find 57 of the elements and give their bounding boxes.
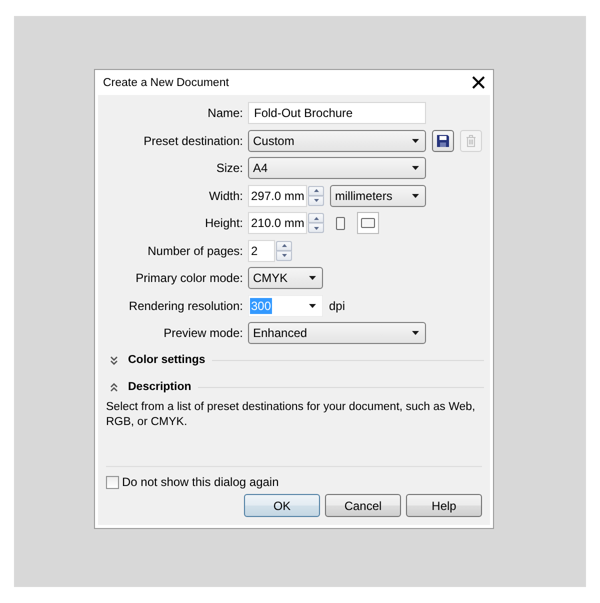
dropdown[interactable]: Enhanced: [248, 322, 426, 344]
up-arrow-icon: [314, 216, 318, 220]
section-toggle[interactable]: Description: [110, 381, 192, 393]
field-label: Preview mode:: [164, 326, 243, 340]
down-arrow-icon: [314, 226, 318, 230]
checkbox[interactable]: [106, 476, 119, 488]
field-label: Rendering resolution:: [128, 298, 243, 312]
trash-icon: [466, 134, 476, 146]
decrement-button[interactable]: [276, 250, 292, 260]
caret-icon: [412, 194, 419, 198]
window-title: Create a New Document: [103, 76, 229, 88]
decrement-button[interactable]: [308, 196, 324, 206]
caret-icon: [412, 166, 419, 170]
close-icon: [472, 76, 485, 89]
increment-button[interactable]: [308, 213, 324, 223]
caret-icon: [309, 276, 316, 280]
section-toggle[interactable]: Color settings: [110, 354, 206, 366]
save-icon: [437, 134, 449, 146]
up-arrow-icon: [314, 189, 318, 192]
dropdown[interactable]: CMYK: [248, 267, 323, 289]
description-text: Select from a list of preset destinations for your document, such as Web, RGB, or CMYK.: [105, 400, 476, 430]
field-label: Number of pages:: [148, 244, 243, 258]
close-button[interactable]: [472, 76, 485, 89]
dropdown[interactable]: Custom: [248, 130, 426, 152]
caret-icon: [309, 304, 316, 308]
text-field[interactable]: Fold-Out Brochure: [248, 102, 426, 124]
number-field[interactable]: 297.0 mm: [248, 184, 307, 206]
save-button[interactable]: [432, 130, 454, 152]
landscape-button[interactable]: [357, 212, 379, 234]
dialog-button[interactable]: Help: [406, 494, 482, 517]
increment-button[interactable]: [276, 240, 292, 250]
caret-icon: [412, 331, 419, 335]
double-chevron-down-icon: [110, 356, 118, 364]
portrait-page-icon: [336, 216, 345, 230]
caret-icon: [412, 138, 419, 142]
number-field[interactable]: 2: [248, 240, 275, 262]
field-label: Size:: [216, 161, 243, 175]
portrait-button[interactable]: [336, 216, 345, 230]
unit-label: dpi: [329, 298, 346, 312]
increment-button[interactable]: [308, 186, 324, 196]
up-arrow-icon: [282, 244, 286, 247]
dropdown[interactable]: millimeters: [330, 184, 426, 206]
field-label: Height:: [204, 216, 243, 230]
field-label: Primary color mode:: [136, 271, 243, 285]
down-arrow-icon: [314, 199, 318, 202]
dialog-button[interactable]: OK: [244, 494, 320, 517]
field-label: Width:: [208, 188, 243, 202]
field-label: Preset destination:: [144, 134, 243, 148]
dropdown[interactable]: A4: [248, 157, 426, 179]
checkbox-label[interactable]: Do not show this dialog again: [122, 475, 279, 489]
number-field[interactable]: 210.0 mm: [248, 212, 307, 234]
down-arrow-icon: [282, 254, 286, 257]
double-chevron-up-icon: [110, 382, 118, 392]
dialog-button[interactable]: Cancel: [325, 494, 401, 517]
field-label: Name:: [208, 106, 243, 120]
landscape-page-icon: [361, 218, 375, 228]
decrement-button[interactable]: [308, 223, 324, 233]
